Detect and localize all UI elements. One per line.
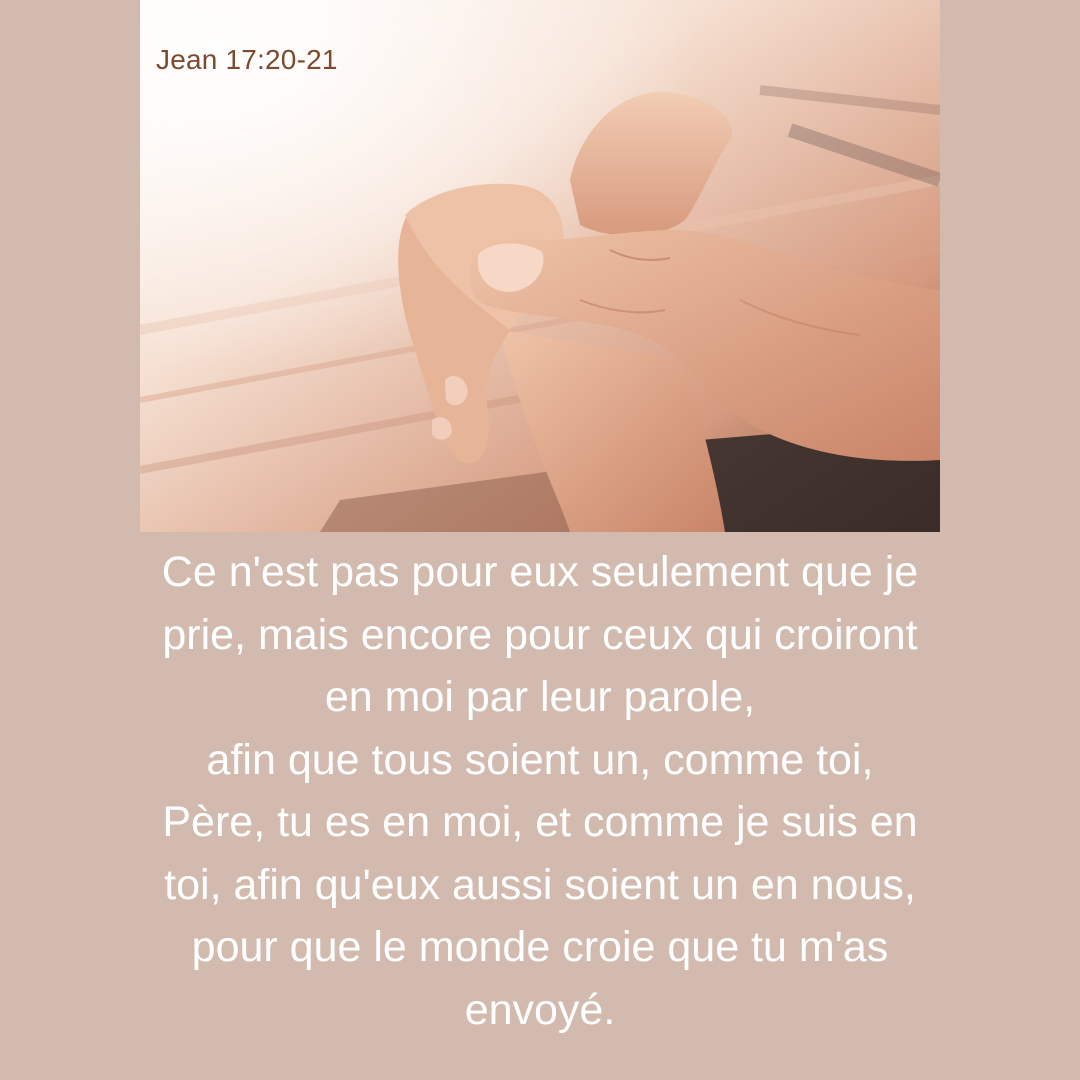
verse-line: Ce n'est pas pour eux seulement que je <box>161 548 919 596</box>
verse-line: envoyé. <box>464 985 616 1034</box>
praying-hands-photo <box>140 0 940 532</box>
verse-text: Ce n'est pas pour eux seulement que je p… <box>140 541 940 1041</box>
verse-line: afin que tous soient un, comme toi, <box>206 735 874 784</box>
praying-hands-image <box>140 0 940 532</box>
verse-line: pour que le monde croie que tu m'as <box>191 923 889 971</box>
verse-reference: Jean 17:20-21 <box>156 44 338 75</box>
verse-line: prie, mais encore pour ceux qui croiront <box>162 610 918 659</box>
verse-line: Père, tu es en moi, et comme je suis en <box>162 798 918 846</box>
verse-line: toi, afin qu'eux aussi soient un en nous… <box>164 860 916 909</box>
verse-line: en moi par leur parole, <box>324 673 756 721</box>
